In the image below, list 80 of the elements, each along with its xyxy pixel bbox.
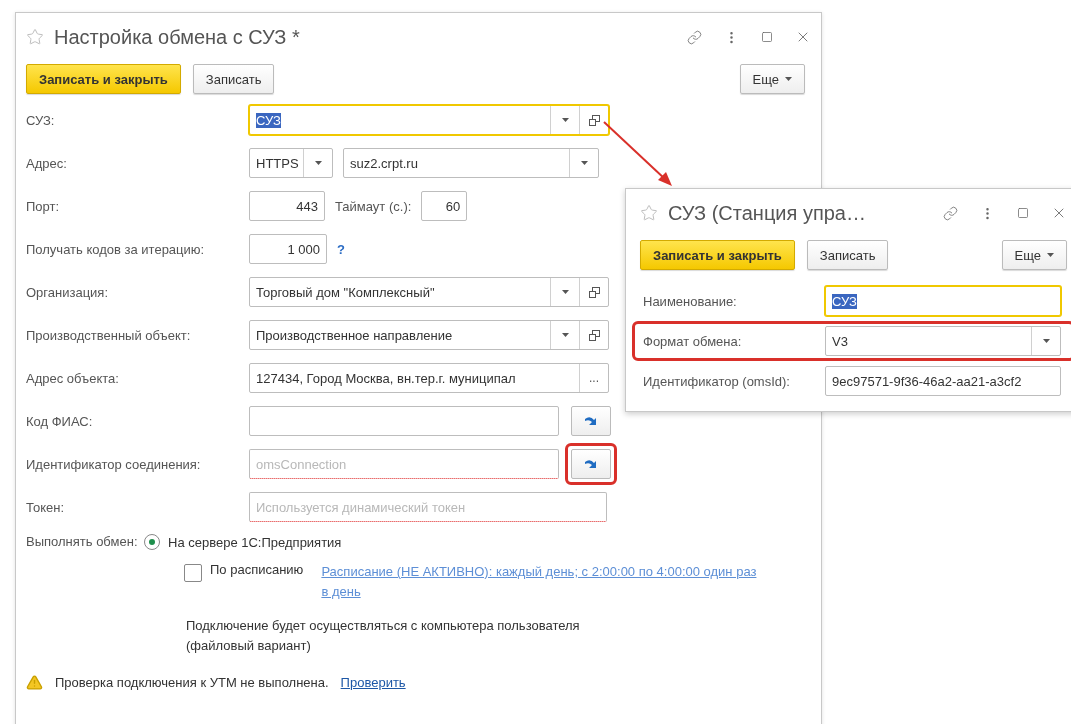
save-button[interactable]: Записать [806,240,889,270]
caret-icon [561,333,569,337]
maximize-icon[interactable] [761,31,773,43]
caret-icon [785,77,792,81]
check-link[interactable]: Проверить [340,675,406,690]
field-value: HTTPS [256,155,299,171]
text-field[interactable]: СУЗ [825,286,1061,316]
maximize-icon[interactable] [1017,207,1029,219]
field-value: 127434, Город Москва, вн.тер.г. муниципал [256,370,516,386]
timeout-field[interactable]: 60 [421,191,468,221]
window-icon [588,329,600,341]
link-icon[interactable] [687,29,702,45]
field-value: V3 [832,333,848,349]
caret-icon [580,161,588,165]
fill-button[interactable] [571,449,611,479]
window-title: Настройка обмена с СУЗ * [54,25,301,49]
field-value: Производственное направление [256,327,453,343]
timeout-label: Таймаут (с.): [335,198,412,214]
radio-button[interactable] [144,534,160,550]
count-field[interactable]: 1 000 [249,234,327,264]
field-label: Адрес объекта: [26,370,120,386]
address-field[interactable]: 127434, Город Москва, вн.тер.г. муниципал ... [249,363,609,393]
checkbox[interactable] [184,564,202,582]
field-label: Порт: [26,198,61,214]
field-label: Организация: [26,284,110,300]
info-text: Подключение будет осуществляться с компьютера пользователя (файловый вариант) [186,617,581,655]
caret-icon [561,118,569,122]
checkbox-label: По расписанию [210,562,304,577]
caret-icon [1047,253,1054,257]
caret-icon [1042,339,1050,343]
input-field[interactable]: omsConnection [250,450,558,478]
select-field[interactable]: V3 [825,326,1061,356]
field-label: Выполнять обмен: [26,534,139,550]
text-field[interactable]: 9ec97571-9f36-46a2-aa21-a3cf2 [825,366,1061,396]
more-button[interactable]: Еще [1001,240,1067,270]
select-field[interactable]: Производственное направление [249,320,609,350]
caret-icon [561,290,569,294]
save-close-button[interactable]: Записать и закрыть [26,64,181,94]
select-field[interactable]: Торговый дом "Комплексный" [249,277,609,307]
field-label: Токен: [26,499,65,515]
window-title: СУЗ (Станция упра… [668,201,867,225]
curved-arrow-icon [584,414,598,428]
star-icon[interactable] [26,28,44,46]
more-button[interactable]: Еще [739,64,805,94]
field-value: СУЗ [256,112,281,128]
field-value: Торговый дом "Комплексный" [256,284,435,300]
host-field[interactable]: suz2.crpt.ru [343,148,599,178]
choose-button[interactable]: ... [579,364,608,392]
field-value: 9ec97571-9f36-46a2-aa21-a3cf2 [832,373,1022,389]
field-label: Идентификатор (omsId): [643,373,791,389]
field-value: СУЗ [832,293,857,309]
field-label: СУЗ: [26,112,56,128]
warning-text: Проверка подключения к УТМ не выполнена. [55,675,329,690]
curved-arrow-icon [584,457,598,471]
field-label: Производственный объект: [26,327,192,343]
link-icon[interactable] [943,205,958,221]
field-value: 60 [445,198,461,214]
token-field[interactable]: Используется динамический токен [250,493,606,521]
field-label: Идентификатор соединения: [26,456,202,472]
field-value: 443 [296,198,318,214]
field-label: Формат обмена: [643,333,743,349]
field-label: Наименование: [643,293,738,309]
save-button[interactable]: Записать [192,64,275,94]
save-close-button[interactable]: Записать и закрыть [640,240,795,270]
window-icon [588,114,600,126]
star-icon[interactable] [640,204,658,222]
warning-icon [26,674,43,691]
caret-icon [314,161,322,165]
field-label: Получать кодов за итерацию: [26,241,206,257]
field-label: Адрес: [26,155,68,171]
help-link[interactable]: ? [337,241,345,257]
port-field[interactable]: 443 [249,191,325,221]
window-icon [588,286,600,298]
radio-label: На сервере 1С:Предприятия [168,534,342,550]
protocol-field[interactable]: HTTPS [249,148,333,178]
field-label: Код ФИАС: [26,413,94,429]
field-value: 1 000 [287,241,320,257]
select-field[interactable]: СУЗ [249,105,609,135]
fill-button[interactable] [571,406,611,436]
field-value: suz2.crpt.ru [350,155,418,171]
